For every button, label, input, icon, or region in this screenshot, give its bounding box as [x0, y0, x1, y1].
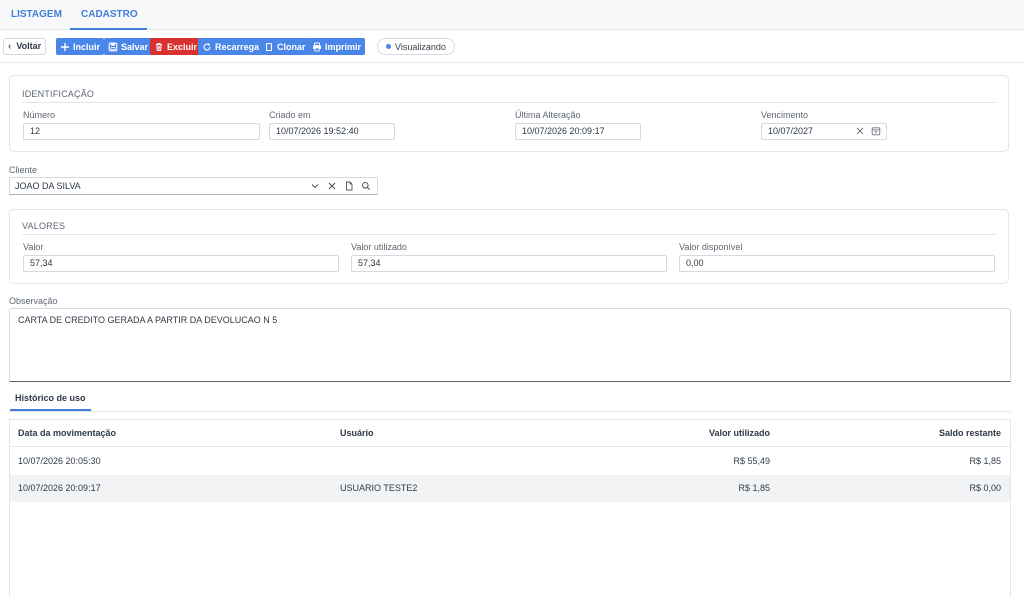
clone-button-label: Clonar — [277, 41, 306, 52]
status-text: Visualizando — [395, 41, 446, 52]
calendar-icon[interactable] — [871, 126, 881, 136]
plus-icon — [61, 42, 69, 51]
delete-button[interactable]: Excluir — [150, 38, 202, 55]
column-header[interactable]: Valor utilizado — [709, 420, 770, 447]
back-button[interactable]: ‹ Voltar — [3, 38, 47, 55]
reload-button[interactable]: Recarrega — [198, 38, 264, 55]
table-cell: 10/07/2026 20:05:30 — [18, 456, 101, 466]
vencimento-label: Vencimento — [761, 110, 809, 120]
save-button[interactable]: Salvar — [104, 38, 153, 55]
historico-table: Data da movimentação Usuário Valor utili… — [9, 419, 1011, 597]
column-header[interactable]: Data da movimentação — [18, 420, 116, 447]
column-header[interactable]: Usuário — [340, 420, 374, 447]
document-icon[interactable] — [344, 181, 354, 191]
table-cell: R$ 0,00 — [969, 483, 1001, 493]
save-icon — [108, 42, 118, 51]
tab-listagem[interactable]: LISTAGEM — [0, 0, 73, 30]
table-cell: R$ 55,49 — [733, 456, 770, 466]
valor-disponivel-label: Valor disponível — [679, 242, 743, 252]
observacao-textarea[interactable]: CARTA DE CREDITO GERADA A PARTIR DA DEVO… — [9, 308, 1011, 382]
criado-em-label: Criado em — [269, 110, 311, 120]
vencimento-field[interactable]: 10/07/2027 — [761, 123, 887, 140]
status-badge: Visualizando — [377, 38, 455, 55]
toolbar: ‹ Voltar Incluir Salvar Excluir Recarreg… — [0, 31, 1024, 63]
ultima-alteracao-label: Última Alteração — [515, 110, 581, 120]
cliente-label: Cliente — [9, 165, 38, 175]
tab-bar: LISTAGEM CADASTRO — [0, 0, 1024, 30]
column-header[interactable]: Saldo restante — [939, 420, 1001, 447]
valor-disponivel-field[interactable]: 0,00 — [679, 255, 995, 272]
table-cell: R$ 1,85 — [738, 483, 770, 493]
divider — [22, 102, 996, 103]
add-button[interactable]: Incluir — [56, 38, 105, 55]
back-button-label: Voltar — [16, 41, 42, 51]
clear-icon[interactable] — [855, 126, 865, 136]
table-row[interactable]: 10/07/2026 20:09:17 USUARIO TESTE2 R$ 1,… — [10, 475, 1010, 502]
valores-title: VALORES — [22, 221, 66, 231]
chevron-left-icon: ‹ — [8, 41, 12, 52]
print-button[interactable]: Imprimir — [308, 38, 366, 55]
table-row[interactable]: 10/07/2026 20:05:30 R$ 55,49 R$ 1,85 — [10, 448, 1010, 475]
valor-utilizado-field[interactable]: 57,34 — [351, 255, 667, 272]
identificacao-title: IDENTIFICAÇÃO — [22, 89, 95, 99]
chevron-down-icon[interactable] — [310, 181, 320, 191]
divider — [22, 234, 996, 235]
observacao-label: Observação — [9, 296, 58, 306]
save-button-label: Salvar — [121, 41, 149, 52]
vencimento-value: 10/07/2027 — [768, 126, 814, 136]
copy-icon — [265, 42, 273, 51]
status-dot-icon — [386, 44, 391, 49]
valor-label: Valor — [23, 242, 44, 252]
clone-button[interactable]: Clonar — [260, 38, 310, 55]
valores-card: VALORES Valor 57,34 Valor utilizado 57,3… — [9, 209, 1009, 284]
tab-cadastro[interactable]: CADASTRO — [70, 0, 147, 30]
print-button-label: Imprimir — [325, 41, 362, 52]
numero-label: Número — [23, 110, 56, 120]
cliente-value: JOAO DA SILVA — [15, 181, 81, 191]
table-cell: USUARIO TESTE2 — [340, 483, 418, 493]
ultima-alteracao-field[interactable]: 10/07/2026 20:09:17 — [515, 123, 641, 140]
search-icon[interactable] — [361, 181, 371, 191]
tab-historico[interactable]: Histórico de uso — [10, 393, 91, 411]
clear-icon[interactable] — [327, 181, 337, 191]
delete-button-label: Excluir — [167, 41, 198, 52]
numero-field[interactable]: 12 — [23, 123, 260, 140]
refresh-icon — [203, 42, 211, 51]
criado-em-field[interactable]: 10/07/2026 19:52:40 — [269, 123, 395, 140]
add-button-label: Incluir — [73, 41, 101, 52]
reload-button-label: Recarrega — [215, 41, 260, 52]
printer-icon — [313, 42, 321, 51]
valor-utilizado-label: Valor utilizado — [351, 242, 407, 252]
valor-field[interactable]: 57,34 — [23, 255, 339, 272]
table-cell: 10/07/2026 20:09:17 — [18, 483, 101, 493]
trash-icon — [156, 42, 162, 51]
divider — [9, 411, 1011, 412]
table-header: Data da movimentação Usuário Valor utili… — [10, 420, 1010, 447]
cliente-select[interactable]: JOAO DA SILVA — [9, 177, 378, 195]
identificacao-card: IDENTIFICAÇÃO Número 12 Criado em 10/07/… — [9, 75, 1009, 152]
table-cell: R$ 1,85 — [969, 456, 1001, 466]
